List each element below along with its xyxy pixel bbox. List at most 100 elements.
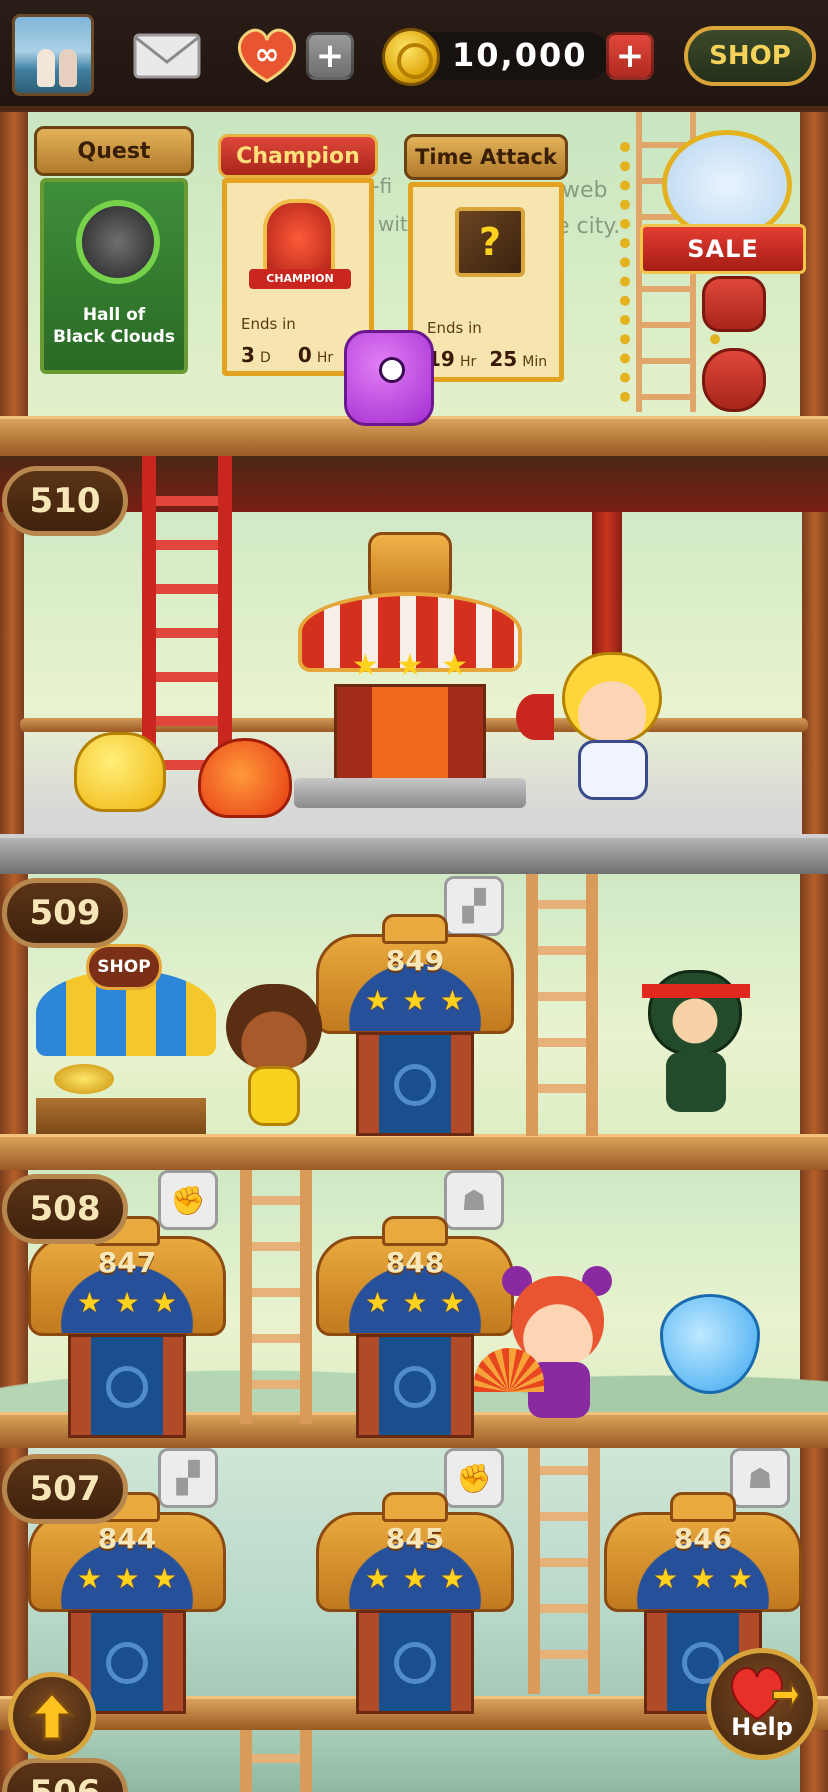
svg-text:∞: ∞ xyxy=(255,37,280,72)
quest-subtitle: Hall of Black Clouds xyxy=(53,305,175,347)
champion-badge-icon xyxy=(263,199,335,279)
ninja-character xyxy=(642,970,750,1120)
stall-table xyxy=(36,1098,206,1134)
stall-shop-label: SHOP xyxy=(97,957,151,977)
star-icon: ★ xyxy=(441,648,468,683)
stall-shop-sign: SHOP xyxy=(86,944,162,990)
purple-monster-character xyxy=(344,330,434,426)
portal-swirl-icon xyxy=(394,1366,436,1408)
portal-swirl-icon xyxy=(394,1064,436,1106)
star-icon: ★ xyxy=(402,1562,428,1595)
star-icon: ★ xyxy=(365,984,391,1017)
arrow-up-icon xyxy=(30,1691,74,1741)
time-attack-title-plate: Time Attack xyxy=(404,134,568,180)
floor-number-badge: 508 xyxy=(2,1174,128,1244)
floor-506: 506 xyxy=(0,1730,828,1792)
champion-badge-text: CHAMPION xyxy=(249,269,351,289)
shop-button[interactable]: SHOP xyxy=(684,26,816,86)
floor-number-badge: 507 xyxy=(2,1454,128,1524)
portal-swirl-icon xyxy=(394,1642,436,1684)
profile-avatar[interactable] xyxy=(12,14,94,96)
puzzle-icon: ▞ xyxy=(176,1460,200,1496)
pillar xyxy=(0,112,28,456)
level-gate-847[interactable]: 847 ★ ★ ★ xyxy=(28,1216,226,1444)
gate-roof-top xyxy=(382,1216,448,1246)
scroll-up-button[interactable] xyxy=(8,1672,96,1760)
mystery-box-icon: ? xyxy=(455,207,525,277)
fist-icon: ✊ xyxy=(456,1461,492,1495)
ladder xyxy=(236,1730,316,1792)
sale-banner[interactable]: SALE xyxy=(640,224,806,274)
star-icon: ★ xyxy=(77,1286,103,1319)
star-icon: ★ xyxy=(151,1286,177,1319)
plus-icon: + xyxy=(315,36,345,76)
pillar xyxy=(800,874,828,1170)
pillar xyxy=(800,112,828,456)
stone-floor xyxy=(0,834,828,874)
avatar-person-2 xyxy=(59,49,77,87)
time-attack-title: Time Attack xyxy=(415,145,557,169)
plus-icon: + xyxy=(615,36,645,76)
level-gate-845[interactable]: 845 ★ ★ ★ xyxy=(316,1492,514,1720)
help-label: Help xyxy=(731,1713,793,1741)
floor-507: ▞ ✊ ☗ 844 ★ ★ ★ 845 ★ ★ ★ 846 ★ ★ ★ 507 xyxy=(0,1448,828,1730)
shop-stall[interactable]: SHOP xyxy=(36,944,216,1094)
girl-with-fan-character xyxy=(492,1252,622,1422)
star-icon: ★ xyxy=(77,1562,103,1595)
add-lives-button[interactable]: + xyxy=(306,32,354,80)
boss-shrine[interactable]: ★ ★ ★ xyxy=(294,532,526,812)
pillar xyxy=(802,456,828,874)
gate-level-number: 845 xyxy=(385,1522,445,1555)
star-icon: ★ xyxy=(439,984,465,1017)
character-silhouette-icon: ☗ xyxy=(461,1183,487,1217)
shrine-base xyxy=(294,778,526,808)
star-icon: ★ xyxy=(439,1286,465,1319)
ladder xyxy=(236,1170,316,1424)
floor-509: SHOP ▞ 849 ★ ★ ★ 509 xyxy=(0,874,828,1170)
star-icon: ★ xyxy=(396,648,424,683)
ladder xyxy=(522,874,602,1136)
fire-monster-character xyxy=(198,738,292,818)
portal-swirl-icon xyxy=(106,1366,148,1408)
star-icon: ★ xyxy=(402,1286,428,1319)
champion-title: Champion xyxy=(236,143,360,169)
mail-icon[interactable] xyxy=(132,32,202,80)
shrine-door xyxy=(334,684,486,784)
padlock-icon xyxy=(702,348,766,412)
gate-level-number: 848 xyxy=(385,1246,445,1279)
champion-ends-in: Ends in xyxy=(241,315,296,333)
gate-stars: ★ ★ ★ xyxy=(77,1562,177,1595)
star-icon: ★ xyxy=(365,1562,391,1595)
gate-stars: ★ ★ ★ xyxy=(365,1562,465,1595)
level-gate-848[interactable]: 848 ★ ★ ★ xyxy=(316,1216,514,1444)
floor-number: 509 xyxy=(29,893,101,933)
star-icon: ★ xyxy=(653,1562,679,1595)
gate-level-number: 847 xyxy=(97,1246,157,1279)
sale-label: SALE xyxy=(687,235,759,263)
floor-number-badge: 510 xyxy=(2,466,128,536)
portal-swirl-icon xyxy=(106,1642,148,1684)
gate-level-number: 844 xyxy=(97,1522,157,1555)
level-gate-849[interactable]: 849 ★ ★ ★ xyxy=(316,914,514,1142)
star-icon: ★ xyxy=(439,1562,465,1595)
quest-card[interactable]: Quest Hall of Black Clouds xyxy=(34,126,194,380)
gate-stars: ★ ★ ★ xyxy=(653,1562,753,1595)
gate-roof-top xyxy=(382,1492,448,1522)
character-silhouette-icon: ☗ xyxy=(747,1461,773,1495)
time-attack-ends-in: Ends in xyxy=(427,319,482,337)
floor-508: ✊ ☗ 847 ★ ★ ★ 848 ★ ★ ★ 508 xyxy=(0,1170,828,1448)
time-attack-countdown: 19 Hr 25 Min xyxy=(427,347,548,371)
quest-title: Quest xyxy=(77,138,151,164)
shop-button-label: SHOP xyxy=(709,41,791,71)
add-coins-button[interactable]: + xyxy=(606,32,654,80)
black-cloud-icon xyxy=(76,200,160,284)
floor-510: ★ ★ ★ 510 xyxy=(0,456,828,874)
star-icon: ★ xyxy=(114,1562,140,1595)
coin-icon xyxy=(382,28,440,86)
lives-infinity-icon[interactable]: ∞ xyxy=(232,26,302,86)
fist-icon: ✊ xyxy=(170,1183,206,1217)
star-icon: ★ xyxy=(690,1562,716,1595)
help-button[interactable]: Help xyxy=(706,1648,818,1760)
avatar-person-1 xyxy=(37,49,55,87)
floor-number-badge: 506 xyxy=(2,1758,128,1792)
